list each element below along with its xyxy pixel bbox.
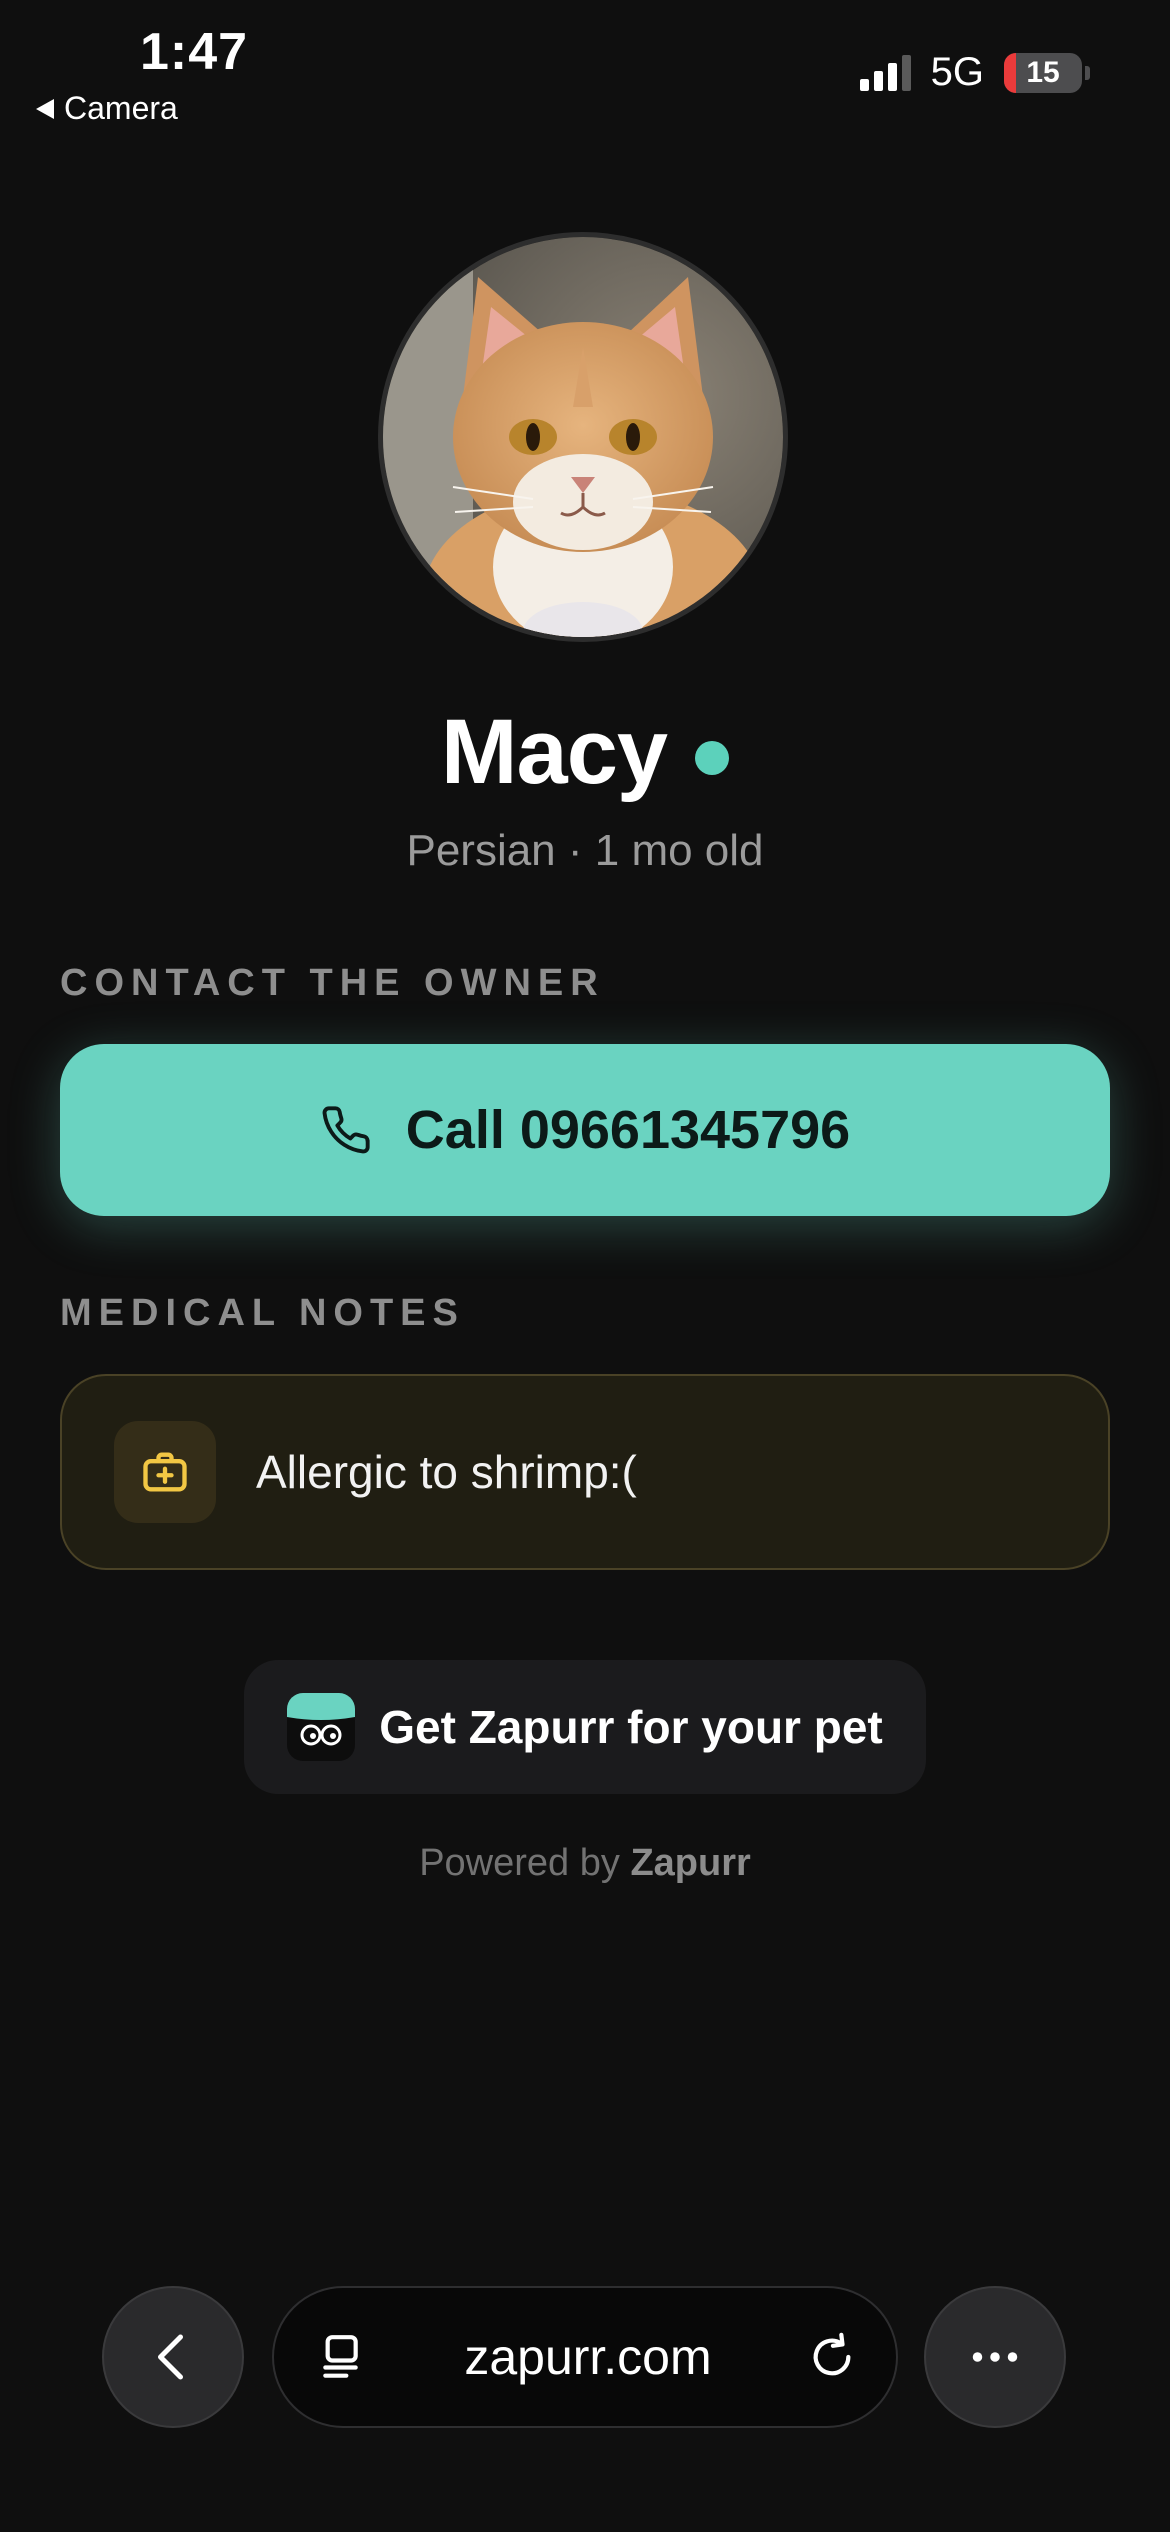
- reload-icon[interactable]: [804, 2329, 860, 2385]
- tab-overview-icon[interactable]: [316, 2329, 372, 2385]
- more-options-button[interactable]: [924, 2286, 1066, 2428]
- pet-avatar: [378, 232, 788, 642]
- pet-meta: Persian · 1 mo old: [0, 826, 1170, 876]
- pet-name-row: Macy: [0, 700, 1170, 805]
- meta-separator: ·: [555, 826, 595, 875]
- medical-section-label: MEDICAL NOTES: [60, 1292, 465, 1334]
- more-icon: [972, 2352, 1018, 2362]
- online-status-dot: [695, 740, 730, 775]
- battery-level: 15: [1026, 55, 1060, 89]
- zapurr-logo-icon: [287, 1693, 356, 1761]
- status-indicators: 5G 15: [859, 50, 1090, 95]
- pet-breed: Persian: [406, 826, 556, 875]
- call-owner-button[interactable]: Call 09661345796: [60, 1044, 1110, 1216]
- battery-icon: 15: [1004, 52, 1082, 93]
- pet-photo: [383, 237, 783, 637]
- status-time: 1:47: [140, 23, 249, 81]
- url-text[interactable]: zapurr.com: [464, 2328, 711, 2386]
- powered-by-brand: Zapurr: [630, 1842, 751, 1884]
- powered-by-prefix: Powered by: [419, 1842, 620, 1884]
- get-zapurr-button[interactable]: Get Zapurr for your pet: [244, 1660, 926, 1794]
- medical-note-card: Allergic to shrimp:(: [60, 1374, 1110, 1570]
- pet-name: Macy: [440, 701, 668, 803]
- back-triangle-icon: [36, 98, 54, 119]
- address-bar[interactable]: zapurr.com: [272, 2286, 898, 2428]
- medkit-icon: [114, 1421, 216, 1523]
- powered-by: Powered by Zapurr: [0, 1842, 1170, 1885]
- browser-back-button[interactable]: [102, 2286, 244, 2428]
- signal-icon: [859, 54, 911, 91]
- get-zapurr-label: Get Zapurr for your pet: [379, 1701, 883, 1753]
- back-to-app-label: Camera: [64, 90, 178, 126]
- back-to-app-link[interactable]: Camera: [36, 90, 178, 127]
- call-button-label: Call 09661345796: [405, 1100, 851, 1160]
- phone-icon: [322, 1106, 370, 1154]
- pet-age: 1 mo old: [594, 826, 764, 875]
- battery-cap: [1085, 65, 1090, 80]
- network-label: 5G: [930, 50, 984, 94]
- contact-section-label: CONTACT THE OWNER: [60, 962, 605, 1004]
- medical-note-text: Allergic to shrimp:(: [256, 1446, 637, 1498]
- chevron-left-icon: [158, 2334, 183, 2380]
